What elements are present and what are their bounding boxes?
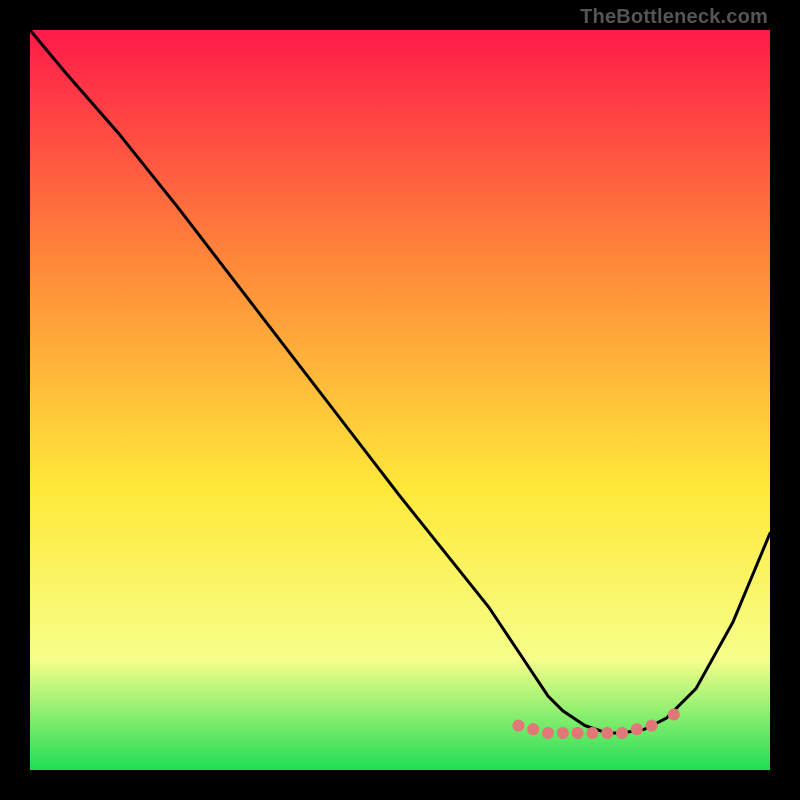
highlight-dot xyxy=(572,727,584,739)
watermark-text: TheBottleneck.com xyxy=(580,6,768,29)
highlight-dot xyxy=(557,727,569,739)
highlight-dot xyxy=(542,727,554,739)
highlight-dot xyxy=(512,720,524,732)
highlight-dot xyxy=(601,727,613,739)
gradient-background xyxy=(30,30,770,770)
chart-frame xyxy=(30,30,770,770)
highlight-dot xyxy=(586,727,598,739)
highlight-dot xyxy=(616,727,628,739)
highlight-dot xyxy=(646,720,658,732)
bottleneck-chart xyxy=(30,30,770,770)
highlight-dot xyxy=(527,723,539,735)
highlight-dot xyxy=(631,723,643,735)
highlight-dot xyxy=(668,709,680,721)
